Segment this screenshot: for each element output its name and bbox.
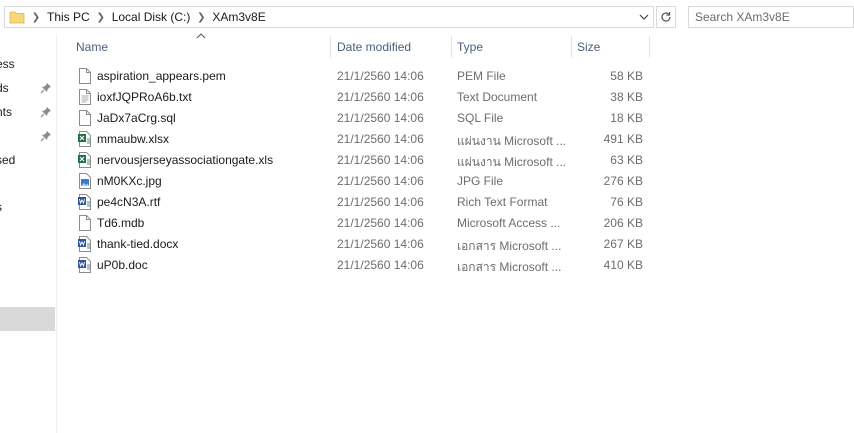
chevron-right-icon[interactable]: ❯	[194, 12, 208, 23]
file-type: เอกสาร Microsoft ...	[457, 239, 562, 253]
pin-icon	[40, 83, 51, 94]
file-type: SQL File	[457, 111, 504, 125]
address-bar[interactable]: ❯ This PC ❯ Local Disk (C:) ❯ XAm3v8E	[4, 6, 654, 28]
file-name[interactable]: ioxfJQPRoA6b.txt	[97, 90, 192, 104]
file-date-modified: 21/1/2560 14:06	[337, 195, 424, 209]
column-header-name[interactable]: Name	[70, 34, 330, 60]
file-size: 410 KB	[603, 258, 643, 272]
file-size: 38 KB	[610, 90, 643, 104]
excel-file-icon	[78, 152, 92, 168]
file-date-modified: 21/1/2560 14:06	[337, 90, 424, 104]
nav-item-label: sed	[0, 153, 16, 167]
file-row[interactable]: JaDx7aCrg.sql 21/1/2560 14:06 SQL File 18 K…	[58, 108, 854, 129]
file-type: Rich Text Format	[457, 195, 548, 209]
breadcrumb-item-this-pc[interactable]: This PC	[43, 10, 94, 24]
pin-icon	[40, 131, 51, 142]
search-box[interactable]	[688, 6, 854, 28]
file-type: Microsoft Access ...	[457, 216, 561, 230]
refresh-icon	[661, 12, 671, 22]
nav-item-label: nts	[0, 105, 13, 119]
file-date-modified: 21/1/2560 14:06	[337, 69, 424, 83]
file-row[interactable]: uP0b.doc 21/1/2560 14:06 เอกสาร Microsoft …	[58, 255, 854, 276]
word-file-icon	[78, 236, 92, 252]
column-header-date-modified[interactable]: Date modified	[331, 34, 451, 60]
file-name[interactable]: JaDx7aCrg.sql	[97, 111, 176, 125]
file-date-modified: 21/1/2560 14:06	[337, 111, 424, 125]
column-header-type[interactable]: Type	[451, 34, 571, 60]
file-name[interactable]: pe4cN3A.rtf	[97, 195, 160, 209]
nav-item-label: ess	[0, 57, 15, 71]
column-header-row: Name Date modified Type Size	[58, 33, 854, 60]
file-size: 206 KB	[603, 216, 643, 230]
file-date-modified: 21/1/2560 14:06	[337, 216, 424, 230]
chevron-down-icon	[639, 14, 649, 20]
file-size: 58 KB	[610, 69, 643, 83]
navigation-pane[interactable]: ess ds nts sed s	[0, 34, 57, 433]
breadcrumb: ❯ This PC ❯ Local Disk (C:) ❯ XAm3v8E	[29, 7, 270, 27]
excel-file-icon	[78, 131, 92, 147]
nav-item-quick-access[interactable]: ess	[0, 54, 56, 74]
file-type: PEM File	[457, 69, 506, 83]
file-row[interactable]: Td6.mdb 21/1/2560 14:06 Microsoft Access .…	[58, 213, 854, 234]
nav-item-label: s	[0, 200, 2, 214]
nav-item-pinned[interactable]: nts	[0, 102, 56, 122]
file-date-modified: 21/1/2560 14:06	[337, 174, 424, 188]
file-date-modified: 21/1/2560 14:06	[337, 237, 424, 251]
column-header-size[interactable]: Size	[571, 34, 649, 60]
nav-item-folder[interactable]: s	[0, 197, 56, 217]
file-size: 491 KB	[603, 132, 643, 146]
file-row[interactable]: nM0KXc.jpg 21/1/2560 14:06 JPG File 276 KB	[58, 171, 854, 192]
file-size: 276 KB	[603, 174, 643, 188]
nav-item-recent[interactable]: sed	[0, 150, 56, 170]
word-file-icon	[78, 257, 92, 273]
breadcrumb-item-local-disk[interactable]: Local Disk (C:)	[108, 10, 195, 24]
file-size: 76 KB	[610, 195, 643, 209]
file-row[interactable]: nervousjerseyassociationgate.xls 21/1/256…	[58, 150, 854, 171]
chevron-right-icon[interactable]: ❯	[94, 12, 108, 23]
folder-icon	[9, 11, 25, 24]
nav-item-pinned[interactable]: ds	[0, 78, 56, 98]
pin-icon	[40, 107, 51, 118]
image-file-icon	[78, 173, 92, 189]
address-history-dropdown[interactable]	[635, 7, 653, 27]
file-type: แผ่นงาน Microsoft ...	[457, 155, 567, 169]
file-type: เอกสาร Microsoft ...	[457, 260, 562, 274]
file-name[interactable]: nM0KXc.jpg	[97, 174, 162, 188]
file-size: 267 KB	[603, 237, 643, 251]
file-date-modified: 21/1/2560 14:06	[337, 258, 424, 272]
file-size: 18 KB	[610, 111, 643, 125]
file-row[interactable]: pe4cN3A.rtf 21/1/2560 14:06 Rich Text Form…	[58, 192, 854, 213]
file-name[interactable]: uP0b.doc	[97, 258, 148, 272]
file-row[interactable]: ioxfJQPRoA6b.txt 21/1/2560 14:06 Text Docu…	[58, 87, 854, 108]
generic-file-icon	[78, 110, 92, 126]
generic-file-icon	[78, 215, 92, 231]
file-row[interactable]: mmaubw.xlsx 21/1/2560 14:06 แผ่นงาน Micros…	[58, 129, 854, 150]
file-type: JPG File	[457, 174, 504, 188]
file-name[interactable]: thank-tied.docx	[97, 237, 178, 251]
file-size: 63 KB	[610, 153, 643, 167]
word-file-icon	[78, 194, 92, 210]
file-name[interactable]: nervousjerseyassociationgate.xls	[97, 153, 273, 167]
toolbar: ❯ This PC ❯ Local Disk (C:) ❯ XAm3v8E	[0, 0, 854, 34]
nav-item-label: ds	[0, 81, 9, 95]
file-date-modified: 21/1/2560 14:06	[337, 153, 424, 167]
breadcrumb-item-current-folder[interactable]: XAm3v8E	[208, 10, 269, 24]
file-row[interactable]: aspiration_appears.pem 21/1/2560 14:06 PEM…	[58, 66, 854, 87]
file-type: Text Document	[457, 90, 538, 104]
column-divider[interactable]	[649, 36, 650, 58]
search-input[interactable]	[695, 8, 845, 26]
file-type: แผ่นงาน Microsoft ...	[457, 134, 567, 148]
generic-file-icon	[78, 68, 92, 84]
file-name[interactable]: aspiration_appears.pem	[97, 69, 226, 83]
file-row[interactable]: thank-tied.docx 21/1/2560 14:06 เอกสาร Mic…	[58, 234, 854, 255]
file-name[interactable]: Td6.mdb	[97, 216, 144, 230]
file-name[interactable]: mmaubw.xlsx	[97, 132, 169, 146]
nav-item-pinned[interactable]	[0, 126, 56, 146]
nav-item-selected[interactable]	[0, 307, 55, 331]
file-list: aspiration_appears.pem 21/1/2560 14:06 PEM…	[58, 66, 854, 276]
file-date-modified: 21/1/2560 14:06	[337, 132, 424, 146]
text-file-icon	[78, 89, 92, 105]
refresh-button[interactable]	[656, 6, 676, 28]
chevron-right-icon[interactable]: ❯	[29, 12, 43, 23]
